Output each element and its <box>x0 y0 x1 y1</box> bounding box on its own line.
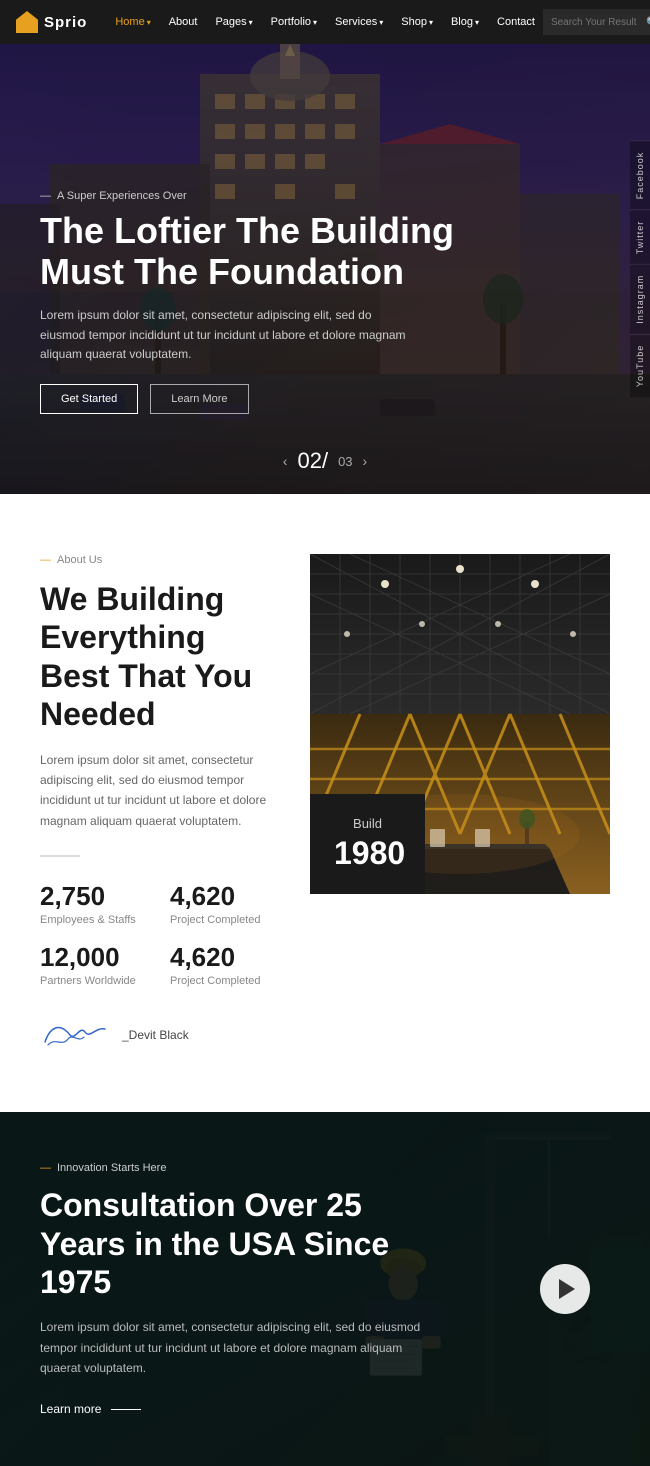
about-section: About Us We Building Everything Best Tha… <box>0 494 650 1112</box>
chevron-down-icon: ▾ <box>313 18 317 27</box>
stat-projects-1: 4,620 Project Completed <box>170 881 280 926</box>
play-icon <box>559 1279 575 1299</box>
chevron-down-icon: ▾ <box>475 18 479 27</box>
consult-title: Consultation Over 25 Years in the USA Si… <box>40 1186 440 1301</box>
stat-employees: 2,750 Employees & Staffs <box>40 881 150 926</box>
signature-image <box>40 1017 110 1052</box>
consult-description: Lorem ipsum dolor sit amet, consectetur … <box>40 1317 440 1378</box>
nav-links: Home ▾ About Pages ▾ Portfolio ▾ Service… <box>107 16 543 28</box>
stat-number-employees: 2,750 <box>40 881 150 912</box>
slide-total: 03 <box>338 454 352 469</box>
stat-label-projects1: Project Completed <box>170 914 280 926</box>
next-slide-arrow[interactable]: › <box>363 453 368 469</box>
stat-partners: 12,000 Partners Worldwide <box>40 942 150 987</box>
logo-icon <box>16 11 38 33</box>
about-image: Build 1980 <box>310 554 610 894</box>
build-badge-label: Build <box>334 816 401 831</box>
consult-label: Innovation Starts Here <box>40 1162 440 1174</box>
search-input[interactable] <box>551 17 646 28</box>
learn-more-hero-button[interactable]: Learn More <box>150 384 248 414</box>
signature-name: _Devit Black <box>122 1028 189 1042</box>
hero-super-text: A Super Experiences Over <box>40 190 460 202</box>
build-badge: Build 1980 <box>310 794 425 894</box>
build-badge-year: 1980 <box>334 835 401 872</box>
social-sidebar: Facebook Twitter Instagram YouTube <box>630 141 650 397</box>
nav-item-about[interactable]: About <box>161 16 206 28</box>
hero-buttons: Get Started Learn More <box>40 384 460 414</box>
about-description: Lorem ipsum dolor sit amet, consectetur … <box>40 750 280 832</box>
nav-item-shop[interactable]: Shop ▾ <box>393 16 441 28</box>
social-instagram[interactable]: Instagram <box>630 264 650 334</box>
nav-item-home[interactable]: Home ▾ <box>107 16 158 28</box>
signature-area: _Devit Black <box>40 1017 280 1052</box>
stat-label-projects2: Project Completed <box>170 975 280 987</box>
learn-more-consult-button[interactable]: Learn more <box>40 1402 440 1416</box>
consultation-section: Innovation Starts Here Consultation Over… <box>0 1112 650 1466</box>
search-box[interactable]: 🔍 <box>543 9 650 35</box>
chevron-down-icon: ▾ <box>249 18 253 27</box>
signature-svg <box>40 1017 110 1052</box>
stat-projects-2: 4,620 Project Completed <box>170 942 280 987</box>
social-facebook[interactable]: Facebook <box>630 141 650 210</box>
hero-description: Lorem ipsum dolor sit amet, consectetur … <box>40 306 420 364</box>
chevron-down-icon: ▾ <box>147 18 151 27</box>
about-left-column: About Us We Building Everything Best Tha… <box>40 554 310 1052</box>
play-video-button[interactable] <box>540 1264 590 1314</box>
chevron-down-icon: ▾ <box>429 18 433 27</box>
slide-current: 02/ <box>297 448 328 474</box>
nav-item-portfolio[interactable]: Portfolio ▾ <box>263 16 325 28</box>
hero-section: Facebook Twitter Instagram YouTube A Sup… <box>0 44 650 494</box>
prev-slide-arrow[interactable]: ‹ <box>283 453 288 469</box>
stats-grid: 2,750 Employees & Staffs 4,620 Project C… <box>40 881 280 987</box>
nav-item-pages[interactable]: Pages ▾ <box>207 16 260 28</box>
navbar: Sprio Home ▾ About Pages ▾ Portfolio ▾ S… <box>0 0 650 44</box>
learn-more-line <box>111 1409 141 1410</box>
stat-label-partners: Partners Worldwide <box>40 975 150 987</box>
nav-item-contact[interactable]: Contact <box>489 16 543 28</box>
get-started-button[interactable]: Get Started <box>40 384 138 414</box>
nav-item-services[interactable]: Services ▾ <box>327 16 391 28</box>
stat-number-projects2: 4,620 <box>170 942 280 973</box>
slide-counter: ‹ 02/ 03 › <box>283 448 367 474</box>
hero-title: The Loftier The Building Must The Founda… <box>40 210 460 293</box>
about-label: About Us <box>40 554 280 566</box>
hero-content: A Super Experiences Over The Loftier The… <box>40 190 460 414</box>
social-youtube[interactable]: YouTube <box>630 334 650 397</box>
about-divider <box>40 855 80 857</box>
about-title: We Building Everything Best That You Nee… <box>40 580 280 734</box>
consultation-content: Innovation Starts Here Consultation Over… <box>0 1112 480 1466</box>
logo-text: Sprio <box>44 14 87 31</box>
stat-number-projects1: 4,620 <box>170 881 280 912</box>
search-icon: 🔍 <box>646 16 650 29</box>
stat-number-partners: 12,000 <box>40 942 150 973</box>
about-right-column: Build 1980 <box>310 554 610 1052</box>
nav-item-blog[interactable]: Blog ▾ <box>443 16 487 28</box>
chevron-down-icon: ▾ <box>379 18 383 27</box>
social-twitter[interactable]: Twitter <box>630 209 650 264</box>
stat-label-employees: Employees & Staffs <box>40 914 150 926</box>
logo[interactable]: Sprio <box>16 11 87 33</box>
